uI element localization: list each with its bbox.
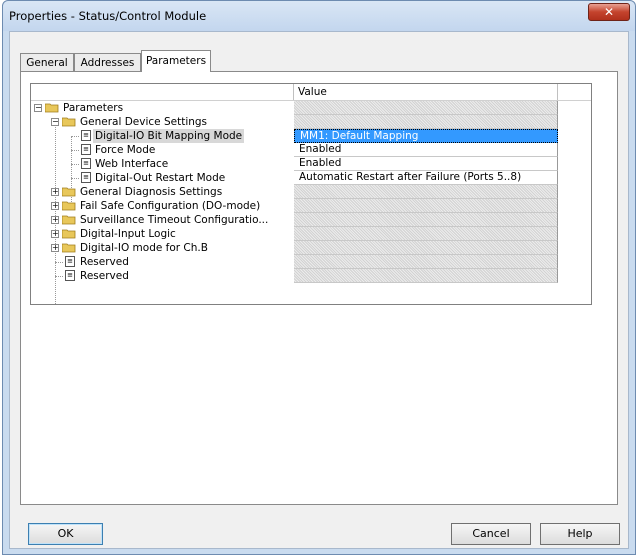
folder-open-icon — [45, 103, 59, 113]
parameter-icon: ≡ — [81, 144, 91, 155]
tab-addresses[interactable]: Addresses — [74, 53, 141, 71]
row-value-cell — [294, 241, 558, 255]
folder-icon — [62, 215, 76, 225]
tab-general[interactable]: General — [20, 53, 74, 71]
tree-branch — [71, 150, 79, 151]
expand-icon[interactable]: + — [51, 188, 59, 196]
parameter-grid: Value − Parameters − General Device Sett… — [30, 83, 592, 305]
row-value-cell — [294, 115, 558, 129]
row-label: Parameters — [63, 102, 124, 114]
row-name-cell: − General Device Settings — [31, 115, 294, 129]
row-name-cell: ≡ Force Mode — [31, 143, 294, 157]
row-value-cell — [294, 213, 558, 227]
folder-icon — [62, 243, 76, 253]
tree-branch — [71, 136, 79, 137]
tree-row[interactable]: + Surveillance Timeout Configuratio... — [31, 213, 591, 227]
tree-branch — [55, 262, 63, 263]
window-title: Properties - Status/Control Module — [9, 9, 207, 23]
row-label: Reserved — [80, 270, 129, 282]
row-name-cell: ≡ Reserved — [31, 255, 294, 269]
row-label: General Diagnosis Settings — [80, 186, 223, 198]
row-name-cell: + Digital-IO mode for Ch.B — [31, 241, 294, 255]
row-name-cell: − Parameters — [31, 101, 294, 115]
row-value-cell — [294, 185, 558, 199]
parameter-icon: ≡ — [81, 130, 91, 141]
parameter-icon: ≡ — [65, 270, 75, 281]
tab-general-label: General — [26, 57, 68, 69]
header-value-column[interactable]: Value — [294, 84, 558, 100]
ok-button[interactable]: OK — [28, 523, 103, 545]
tab-addresses-label: Addresses — [80, 57, 135, 69]
properties-window: Properties - Status/Control Module ✕ Gen… — [2, 0, 636, 555]
expand-icon[interactable]: + — [51, 244, 59, 252]
folder-icon — [62, 229, 76, 239]
tree-branch — [71, 178, 79, 179]
row-label: Force Mode — [95, 144, 156, 156]
row-label: Digital-IO mode for Ch.B — [80, 242, 208, 254]
tree-row[interactable]: + Digital-IO mode for Ch.B — [31, 241, 591, 255]
tree-row[interactable]: ≡ Reserved — [31, 255, 591, 269]
tree-row[interactable]: + General Diagnosis Settings — [31, 185, 591, 199]
tree-branch — [55, 276, 63, 277]
row-name-cell: + Digital-Input Logic — [31, 227, 294, 241]
row-value-cell[interactable]: MM1: Default Mapping — [294, 129, 558, 143]
tab-parameters-label: Parameters — [145, 55, 207, 67]
tab-parameters[interactable]: Parameters — [141, 50, 211, 72]
row-name-cell: ≡ Digital-IO Bit Mapping Mode — [31, 129, 294, 143]
tree-row[interactable]: − General Device Settings — [31, 115, 591, 129]
tree-row[interactable]: ≡ Digital-Out Restart Mode Automatic Res… — [31, 171, 591, 185]
parameter-icon: ≡ — [81, 158, 91, 169]
row-value-cell — [294, 199, 558, 213]
row-name-cell: ≡ Web Interface — [31, 157, 294, 171]
tree-row[interactable]: + Digital-Input Logic — [31, 227, 591, 241]
expand-icon[interactable]: + — [51, 230, 59, 238]
tree-row[interactable]: − Parameters — [31, 101, 591, 115]
title-bar[interactable]: Properties - Status/Control Module ✕ — [3, 1, 635, 31]
header-name-column[interactable] — [31, 84, 294, 100]
close-button[interactable]: ✕ — [588, 3, 630, 21]
row-value-cell[interactable]: Enabled — [294, 157, 558, 171]
folder-icon — [62, 187, 76, 197]
row-value-cell — [294, 255, 558, 269]
row-label: General Device Settings — [80, 116, 208, 128]
tree-row[interactable]: ≡ Force Mode Enabled — [31, 143, 591, 157]
collapse-icon[interactable]: − — [51, 118, 59, 126]
row-name-cell: + Surveillance Timeout Configuratio... — [31, 213, 294, 227]
header-filler — [558, 84, 591, 100]
row-name-cell: + Fail Safe Configuration (DO-mode) — [31, 199, 294, 213]
row-label: Surveillance Timeout Configuratio... — [80, 214, 269, 226]
parameter-icon: ≡ — [81, 172, 91, 183]
grid-header: Value — [31, 84, 591, 101]
row-value-cell[interactable]: Enabled — [294, 143, 558, 157]
expand-icon[interactable]: + — [51, 202, 59, 210]
folder-open-icon — [62, 117, 76, 127]
tree-row-selected[interactable]: ≡ Digital-IO Bit Mapping Mode MM1: Defau… — [31, 129, 591, 143]
row-label: Digital-Input Logic — [80, 228, 176, 240]
row-label: Web Interface — [95, 158, 169, 170]
expand-icon[interactable]: + — [51, 216, 59, 224]
tree-row[interactable]: ≡ Reserved — [31, 269, 591, 283]
dialog-body: General Addresses Parameters Value − Par… — [9, 31, 629, 549]
row-value-cell — [294, 269, 558, 283]
tree-row[interactable]: + Fail Safe Configuration (DO-mode) — [31, 199, 591, 213]
parameter-icon: ≡ — [65, 256, 75, 267]
folder-icon — [62, 201, 76, 211]
row-label: Digital-IO Bit Mapping Mode — [93, 129, 245, 143]
collapse-icon[interactable]: − — [34, 104, 42, 112]
row-label: Reserved — [80, 256, 129, 268]
close-icon: ✕ — [603, 5, 615, 19]
cancel-button[interactable]: Cancel — [451, 523, 531, 545]
row-label: Fail Safe Configuration (DO-mode) — [80, 200, 261, 212]
row-value-cell[interactable]: Automatic Restart after Failure (Ports 5… — [294, 171, 558, 185]
row-name-cell: ≡ Reserved — [31, 269, 294, 283]
tree-branch — [71, 164, 79, 165]
row-name-cell: ≡ Digital-Out Restart Mode — [31, 171, 294, 185]
row-value-cell — [294, 101, 558, 115]
row-label: Digital-Out Restart Mode — [95, 172, 226, 184]
row-name-cell: + General Diagnosis Settings — [31, 185, 294, 199]
row-value-cell — [294, 227, 558, 241]
help-button[interactable]: Help — [540, 523, 620, 545]
tree-row[interactable]: ≡ Web Interface Enabled — [31, 157, 591, 171]
